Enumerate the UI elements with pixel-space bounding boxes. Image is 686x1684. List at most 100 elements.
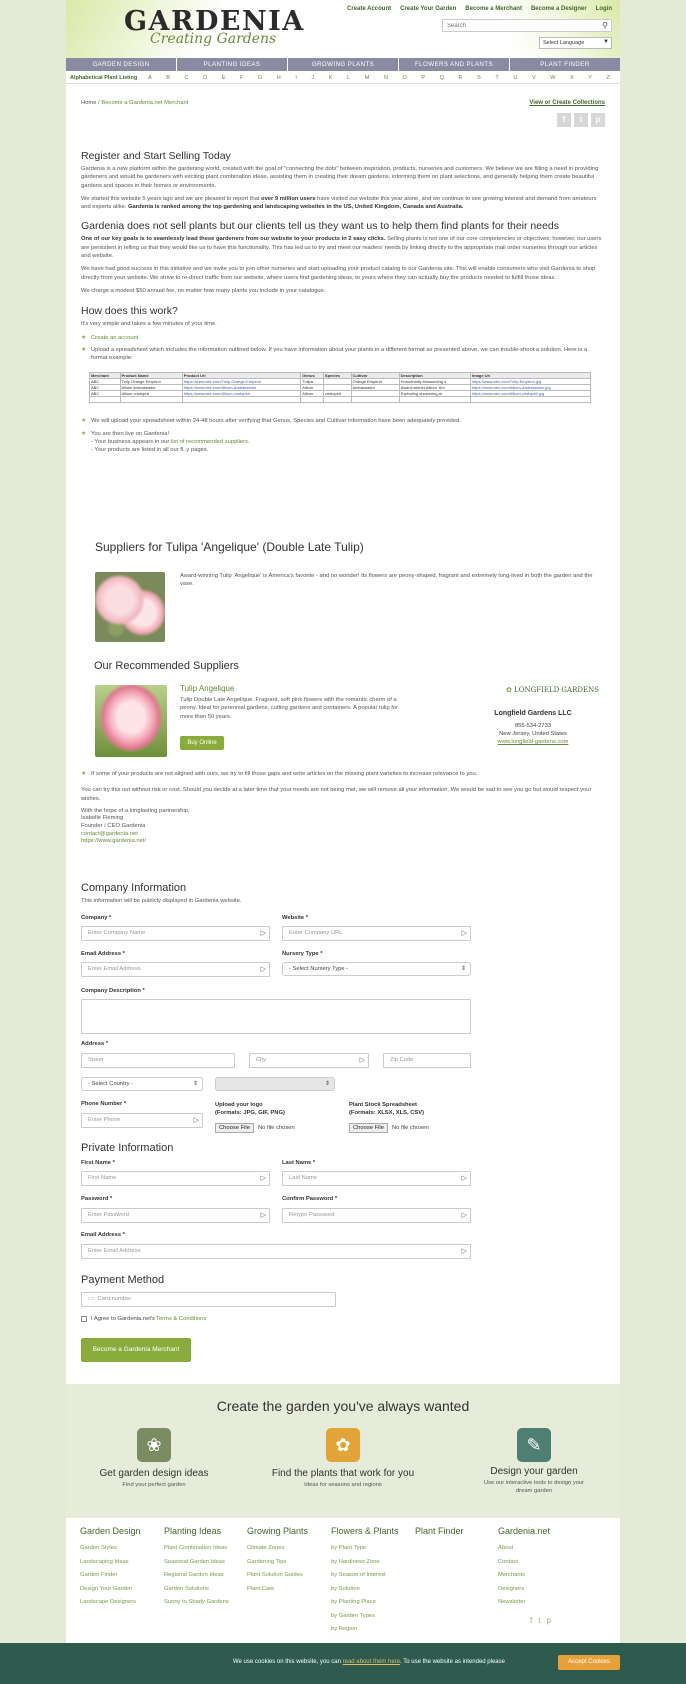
- footer-link[interactable]: by Solution: [331, 1583, 409, 1597]
- private-email-field[interactable]: Enter Email Address ▷: [81, 1244, 471, 1259]
- footer-link[interactable]: by Region: [331, 1623, 409, 1637]
- alpha-letter-k[interactable]: K: [329, 75, 333, 81]
- footer-link[interactable]: Sunny to Shady Gardens: [164, 1596, 242, 1610]
- become-merchant-button[interactable]: Become a Gardenia Merchant: [81, 1338, 191, 1362]
- terms-link[interactable]: Terms & Conditions: [156, 1316, 206, 1322]
- footer-link[interactable]: Garden Finder: [80, 1569, 158, 1583]
- first-name-field[interactable]: First Name ▷: [81, 1171, 270, 1186]
- footer-link[interactable]: Plant Solution Guides: [247, 1569, 325, 1583]
- twitter-icon[interactable]: t: [538, 1616, 540, 1625]
- alpha-letter-z[interactable]: Z: [607, 75, 610, 81]
- footer-column-heading[interactable]: Growing Plants: [247, 1526, 325, 1536]
- footer-link[interactable]: by Season of Interest: [331, 1569, 409, 1583]
- nav-growing-plants[interactable]: GROWING PLANTS: [288, 58, 399, 71]
- cta-title-design-ideas[interactable]: Get garden design ideas: [69, 1468, 239, 1479]
- country-select[interactable]: - Select Country - ⇕: [81, 1077, 203, 1091]
- view-collections-link[interactable]: View or Create Collections: [529, 100, 605, 106]
- terms-checkbox[interactable]: [81, 1316, 87, 1322]
- footer-link[interactable]: by Plant Type: [331, 1542, 409, 1556]
- phone-field[interactable]: Enter Phone ▷: [81, 1113, 203, 1128]
- tulip-product-image[interactable]: [95, 685, 167, 757]
- footer-link[interactable]: Newsletter: [498, 1596, 576, 1610]
- footer-link[interactable]: Designers: [498, 1583, 576, 1597]
- footer-link[interactable]: Climate Zones: [247, 1542, 325, 1556]
- nav-flowers-and-plants[interactable]: FLOWERS AND PLANTS: [399, 58, 510, 71]
- footer-link[interactable]: Regional Garden Ideas: [164, 1569, 242, 1583]
- garden-design-icon[interactable]: ❀: [137, 1428, 171, 1462]
- choose-file-button[interactable]: Choose File: [215, 1123, 254, 1133]
- card-number-field[interactable]: ▭ Card number: [81, 1292, 336, 1307]
- search-icon[interactable]: ⚲: [602, 21, 608, 30]
- product-name-link[interactable]: Tulip Angelique: [180, 684, 234, 693]
- alpha-letter-j[interactable]: J: [312, 75, 315, 81]
- alpha-letter-w[interactable]: W: [550, 75, 555, 81]
- alpha-letter-a[interactable]: A: [148, 75, 152, 81]
- alpha-letter-p[interactable]: P: [421, 75, 425, 81]
- become-designer-link[interactable]: Become a Designer: [531, 6, 587, 12]
- footer-link[interactable]: Landscape Designers: [80, 1596, 158, 1610]
- city-field[interactable]: City ▷: [249, 1053, 369, 1068]
- pinterest-icon[interactable]: p: [546, 1616, 550, 1625]
- company-email-field[interactable]: Enter Email Address ▷: [81, 962, 270, 977]
- alphabetical-listing-label[interactable]: Alphabetical Plant Listing: [70, 75, 148, 81]
- create-garden-link[interactable]: Create Your Garden: [400, 6, 456, 12]
- language-select[interactable]: Select Language ▼: [539, 37, 612, 49]
- cookie-info-link[interactable]: read about them here: [343, 1659, 400, 1665]
- nav-planting-ideas[interactable]: PLANTING IDEAS: [177, 58, 288, 71]
- footer-link[interactable]: About: [498, 1542, 576, 1556]
- recommended-suppliers-link[interactable]: list of recommended suppliers: [171, 439, 248, 445]
- alpha-letter-g[interactable]: G: [258, 75, 262, 81]
- company-description-textarea[interactable]: [81, 999, 471, 1034]
- gardenia-url-link[interactable]: https://www.gardenia.net/: [81, 838, 146, 844]
- alpha-letter-i[interactable]: I: [295, 75, 297, 81]
- cta-title-find-plants[interactable]: Find the plants that work for you: [258, 1468, 428, 1479]
- alpha-letter-x[interactable]: X: [570, 75, 574, 81]
- password-field[interactable]: Enter Password ▷: [81, 1208, 270, 1223]
- footer-column-heading[interactable]: Flowers & Plants: [331, 1526, 409, 1536]
- footer-link[interactable]: Garden Styles: [80, 1542, 158, 1556]
- street-field[interactable]: Street: [81, 1053, 235, 1068]
- breadcrumb-home[interactable]: Home: [81, 100, 96, 106]
- confirm-password-field[interactable]: Retype Password ▷: [282, 1208, 471, 1223]
- create-account-step-link[interactable]: Create an account: [91, 335, 138, 341]
- accept-cookies-button[interactable]: Accept Cookies: [558, 1655, 620, 1670]
- spreadsheet-file-input[interactable]: Choose File No file chosen: [349, 1123, 429, 1133]
- footer-link[interactable]: Seasonal Garden Ideas: [164, 1556, 242, 1570]
- pinterest-icon[interactable]: p: [591, 113, 605, 127]
- search-input[interactable]: [443, 20, 593, 31]
- alpha-letter-s[interactable]: S: [477, 75, 481, 81]
- footer-link[interactable]: Plant Combination Ideas: [164, 1542, 242, 1556]
- footer-link[interactable]: Landscaping Ideas: [80, 1556, 158, 1570]
- plants-icon[interactable]: ✿: [326, 1428, 360, 1462]
- alpha-letter-y[interactable]: Y: [588, 75, 592, 81]
- login-link[interactable]: Login: [596, 6, 612, 12]
- alpha-letter-r[interactable]: R: [459, 75, 463, 81]
- contact-email-link[interactable]: contact@gardenia.net: [81, 831, 138, 837]
- footer-link[interactable]: Plant Care: [247, 1583, 325, 1597]
- vendor-url-link[interactable]: www.longfield-gardens.com: [456, 738, 610, 746]
- nav-garden-design[interactable]: GARDEN DESIGN: [66, 58, 177, 71]
- choose-file-button[interactable]: Choose File: [349, 1123, 388, 1133]
- alpha-letter-o[interactable]: O: [403, 75, 407, 81]
- facebook-icon[interactable]: f: [557, 113, 571, 127]
- facebook-icon[interactable]: f: [530, 1616, 532, 1625]
- alpha-letter-n[interactable]: N: [384, 75, 388, 81]
- alpha-letter-h[interactable]: H: [277, 75, 281, 81]
- design-tool-icon[interactable]: ✎: [517, 1428, 551, 1462]
- footer-column-heading[interactable]: Planting Ideas: [164, 1526, 242, 1536]
- cta-title-design-garden[interactable]: Design your garden: [449, 1466, 619, 1477]
- nursery-type-select[interactable]: - Select Nursery Type - ⇕: [282, 962, 471, 976]
- footer-link[interactable]: by Planting Place: [331, 1596, 409, 1610]
- footer-link[interactable]: Garden Solutions: [164, 1583, 242, 1597]
- alpha-letter-b[interactable]: B: [166, 75, 170, 81]
- website-field[interactable]: Enter Company URL ▷: [282, 926, 471, 941]
- alpha-letter-u[interactable]: U: [513, 75, 517, 81]
- alpha-letter-t[interactable]: T: [495, 75, 498, 81]
- region-select[interactable]: ⇕: [215, 1077, 335, 1091]
- alpha-letter-l[interactable]: L: [347, 75, 350, 81]
- footer-link[interactable]: Contact: [498, 1556, 576, 1570]
- last-name-field[interactable]: Last Name ▷: [282, 1171, 471, 1186]
- create-account-link[interactable]: Create Account: [347, 6, 391, 12]
- become-merchant-link[interactable]: Become a Merchant: [465, 6, 522, 12]
- twitter-icon[interactable]: t: [574, 113, 588, 127]
